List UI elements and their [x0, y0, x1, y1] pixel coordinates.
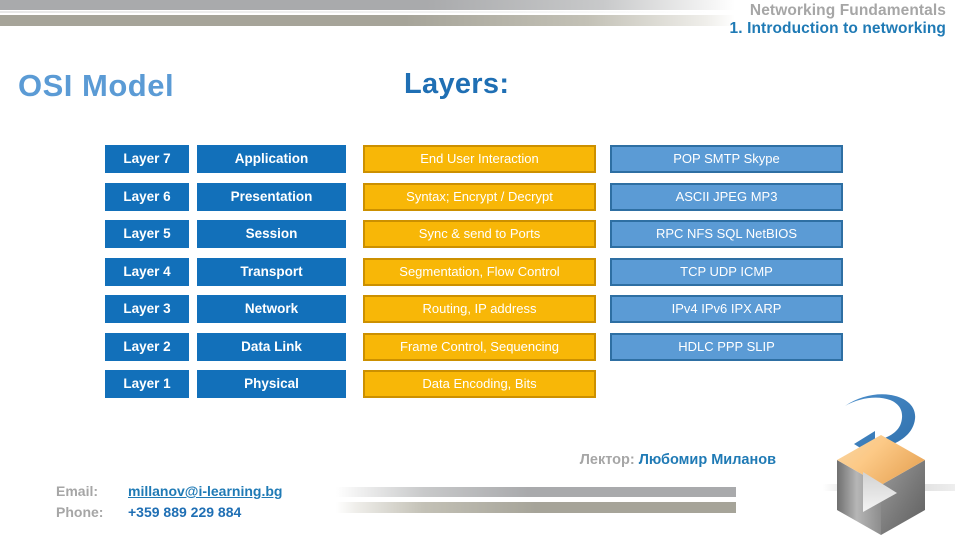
layer-protocols-cell: TCP UDP ICMP: [610, 257, 843, 286]
email-link[interactable]: millanov@i-learning.bg: [128, 483, 282, 499]
layer-function-cell: Syntax; Encrypt / Decrypt: [363, 182, 596, 211]
layer-number-cell: Layer 5: [105, 220, 189, 248]
logo-artwork: [823, 394, 955, 535]
layer-number-cell: Layer 7: [105, 145, 189, 173]
layer-name-cell: Presentation: [197, 182, 346, 211]
lecturer-name: Любомир Миланов: [638, 452, 776, 468]
layer-name-cell: Transport: [197, 257, 346, 286]
layer-number-cell: Layer 3: [105, 295, 189, 323]
table-row: Layer 3 Network Routing, IP address IPv4…: [0, 295, 960, 333]
table-row: Layer 6 Presentation Syntax; Encrypt / D…: [0, 182, 960, 221]
lecturer-label: Лектор:: [579, 452, 635, 468]
layer-name-cell: Session: [197, 220, 346, 248]
layer-number-cell: Layer 1: [105, 370, 189, 398]
email-label: Email:: [56, 483, 99, 499]
lesson-title: 1. Introduction to networking: [729, 20, 946, 38]
layer-name-cell: Application: [197, 145, 346, 173]
footer-bar-gray: [336, 487, 736, 497]
contact-phone-row: Phone: +359 889 229 884: [56, 502, 282, 523]
table-row: Layer 1 Physical Data Encoding, Bits: [0, 370, 960, 408]
layer-protocols-cell: RPC NFS SQL NetBIOS: [610, 220, 843, 248]
layer-name-cell: Network: [197, 295, 346, 323]
layer-function-cell: End User Interaction: [363, 145, 596, 173]
layer-number-cell: Layer 2: [105, 332, 189, 361]
page-title: OSI Model: [18, 68, 175, 103]
layer-function-cell: Frame Control, Sequencing: [363, 332, 596, 361]
header-bar-tan-top: [0, 15, 735, 26]
layer-function-cell: Sync & send to Ports: [363, 220, 596, 248]
table-row: Layer 2 Data Link Frame Control, Sequenc…: [0, 332, 960, 371]
phone-value: +359 889 229 884: [128, 504, 242, 520]
lecturer-line: Лектор: Любомир Миланов: [0, 452, 776, 468]
layer-protocols-cell: IPv4 IPv6 IPX ARP: [610, 295, 843, 323]
phone-label: Phone:: [56, 504, 104, 520]
layer-function-cell: Segmentation, Flow Control: [363, 257, 596, 286]
table-row: Layer 5 Session Sync & send to Ports RPC…: [0, 220, 960, 258]
i-learning-cube-logo: [823, 392, 955, 538]
osi-model-table: Layer 7 Application End User Interaction…: [0, 145, 960, 408]
layer-name-cell: Data Link: [197, 332, 346, 361]
layer-protocols-cell: POP SMTP Skype: [610, 145, 843, 173]
layer-protocols-cell: ASCII JPEG MP3: [610, 182, 843, 211]
footer-bar-tan: [336, 502, 736, 513]
layer-protocols-cell: HDLC PPP SLIP: [610, 332, 843, 361]
layer-number-cell: Layer 6: [105, 182, 189, 211]
section-title-layers: Layers:: [404, 68, 510, 100]
header-bar-hairline: [0, 11, 712, 13]
table-row: Layer 4 Transport Segmentation, Flow Con…: [0, 257, 960, 296]
contact-email-row: Email: millanov@i-learning.bg: [56, 481, 282, 502]
layer-name-cell: Physical: [197, 370, 346, 398]
layer-function-cell: Data Encoding, Bits: [363, 370, 596, 398]
layer-number-cell: Layer 4: [105, 257, 189, 286]
layer-function-cell: Routing, IP address: [363, 295, 596, 323]
header-course-info: Networking Fundamentals 1. Introduction …: [730, 2, 946, 39]
course-title: Networking Fundamentals: [749, 2, 946, 19]
header-bar-gray-top: [0, 0, 735, 10]
table-row: Layer 7 Application End User Interaction…: [0, 145, 960, 183]
contact-block: Email: millanov@i-learning.bg Phone: +359 …: [56, 481, 282, 523]
